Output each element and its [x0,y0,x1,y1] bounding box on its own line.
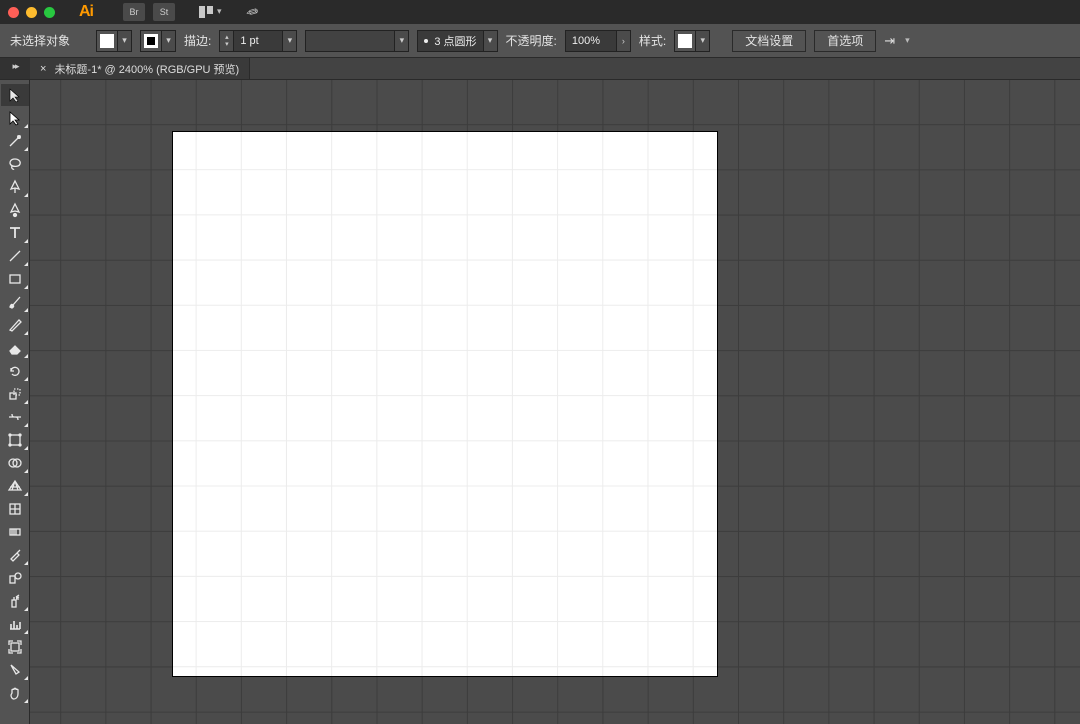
perspective-tool[interactable] [1,475,29,497]
brush-definition[interactable]: 3 点圆形 ▾ [417,30,497,52]
flyout-corner-icon [24,193,28,197]
flyout-corner-icon [24,446,28,450]
type-tool[interactable] [1,222,29,244]
canvas-area[interactable] [30,80,1080,724]
chevron-down-icon[interactable]: ▾ [905,35,910,46]
chevron-down-icon: ▾ [217,6,222,17]
scale-tool[interactable] [1,383,29,405]
shape-builder-tool[interactable] [1,452,29,474]
line-tool[interactable] [1,245,29,267]
variable-width-profile[interactable]: ▾ [305,30,409,52]
pencil-tool[interactable] [1,314,29,336]
blend-tool[interactable] [1,567,29,589]
fill-swatch[interactable]: ▾ [96,30,132,52]
no-selection-label: 未选择对象 [10,32,70,49]
chevron-down-icon[interactable]: ▾ [484,30,498,52]
flyout-corner-icon [24,308,28,312]
stroke-weight-input[interactable]: 1 pt [233,30,283,52]
flyout-corner-icon [24,239,28,243]
opacity-input[interactable]: 100% [565,30,617,52]
workspace [0,80,1080,724]
options-bar: 未选择对象 ▾ ▾ 描边: ▴▾ 1 pt ▾ ▾ 3 点圆形 ▾ 不透明度: … [0,24,1080,58]
paintbrush-tool[interactable] [1,291,29,313]
flyout-corner-icon [24,285,28,289]
window-controls [8,7,55,18]
chevron-down-icon[interactable]: ▾ [395,30,409,52]
chevron-down-icon[interactable]: ▾ [162,30,176,52]
chevron-down-icon[interactable]: ▾ [283,30,297,52]
symbol-spray-tool[interactable] [1,590,29,612]
mac-titlebar: Ai Br St ▾ ✎ [0,0,1080,24]
flyout-corner-icon [24,124,28,128]
pen-tool[interactable] [1,176,29,198]
toolbar-expand-icon[interactable]: ▸▸ [0,58,30,79]
flyout-corner-icon [24,354,28,358]
flyout-corner-icon [24,561,28,565]
eraser-tool[interactable] [1,337,29,359]
slice-tool[interactable] [1,659,29,681]
curvature-tool[interactable] [1,199,29,221]
document-tabstrip: ▸▸ × 未标题-1* @ 2400% (RGB/GPU 预览) [0,58,1080,80]
arrange-documents-icon[interactable]: ▾ [199,6,222,18]
artboard[interactable] [173,132,717,676]
rotate-tool[interactable] [1,360,29,382]
stock-chip[interactable]: St [153,3,175,21]
flyout-corner-icon [24,469,28,473]
mesh-tool[interactable] [1,498,29,520]
tool-panel [0,80,30,724]
flyout-corner-icon [24,400,28,404]
document-tab-title: 未标题-1* @ 2400% (RGB/GPU 预览) [54,61,239,77]
free-transform-tool[interactable] [1,429,29,451]
lasso-tool[interactable] [1,153,29,175]
flyout-corner-icon [24,147,28,151]
minimize-window-button[interactable] [26,7,37,18]
preferences-button[interactable]: 首选项 [814,30,876,52]
flyout-corner-icon [24,377,28,381]
graphic-style-swatch[interactable]: ▾ [674,30,710,52]
opacity-label: 不透明度: [506,32,557,49]
flyout-corner-icon [24,699,28,703]
style-swatch-color [678,34,692,48]
flyout-corner-icon [24,492,28,496]
selection-tool[interactable] [1,84,29,106]
flyout-corner-icon [24,262,28,266]
brush-preview-icon [424,39,428,43]
close-tab-icon[interactable]: × [40,63,46,75]
stroke-swatch[interactable]: ▾ [140,30,176,52]
direct-select-tool[interactable] [1,107,29,129]
fill-swatch-color [100,34,114,48]
magic-wand-tool[interactable] [1,130,29,152]
chevron-down-icon[interactable]: ▾ [696,30,710,52]
flyout-corner-icon [24,676,28,680]
stroke-weight-field[interactable]: ▴▾ 1 pt ▾ [219,30,297,52]
flyout-corner-icon [24,423,28,427]
flyout-corner-icon [24,607,28,611]
chevron-down-icon[interactable]: ▾ [118,30,132,52]
eyedropper-tool[interactable] [1,544,29,566]
opacity-field[interactable]: 100% › [565,30,631,52]
flyout-corner-icon [24,630,28,634]
document-setup-button[interactable]: 文档设置 [732,30,806,52]
artboard-grid [173,132,717,676]
artboard-tool[interactable] [1,636,29,658]
rectangle-tool[interactable] [1,268,29,290]
close-window-button[interactable] [8,7,19,18]
chevron-right-icon[interactable]: › [617,30,631,52]
stepper-icon[interactable]: ▴▾ [219,30,233,52]
stroke-swatch-color [144,34,158,48]
bridge-chip[interactable]: Br [123,3,145,21]
column-graph-tool[interactable] [1,613,29,635]
maximize-window-button[interactable] [44,7,55,18]
stroke-label: 描边: [184,32,211,49]
align-pin-icon[interactable]: ⇥ [884,33,895,49]
brush-definition-value: 3 点圆形 [434,33,476,49]
app-logo: Ai [73,3,99,21]
width-tool[interactable] [1,406,29,428]
gradient-tool[interactable] [1,521,29,543]
hand-tool[interactable] [1,682,29,704]
style-label: 样式: [639,32,666,49]
gpu-brush-icon[interactable]: ✎ [242,2,261,23]
document-tab[interactable]: × 未标题-1* @ 2400% (RGB/GPU 预览) [30,58,250,79]
flyout-corner-icon [24,331,28,335]
